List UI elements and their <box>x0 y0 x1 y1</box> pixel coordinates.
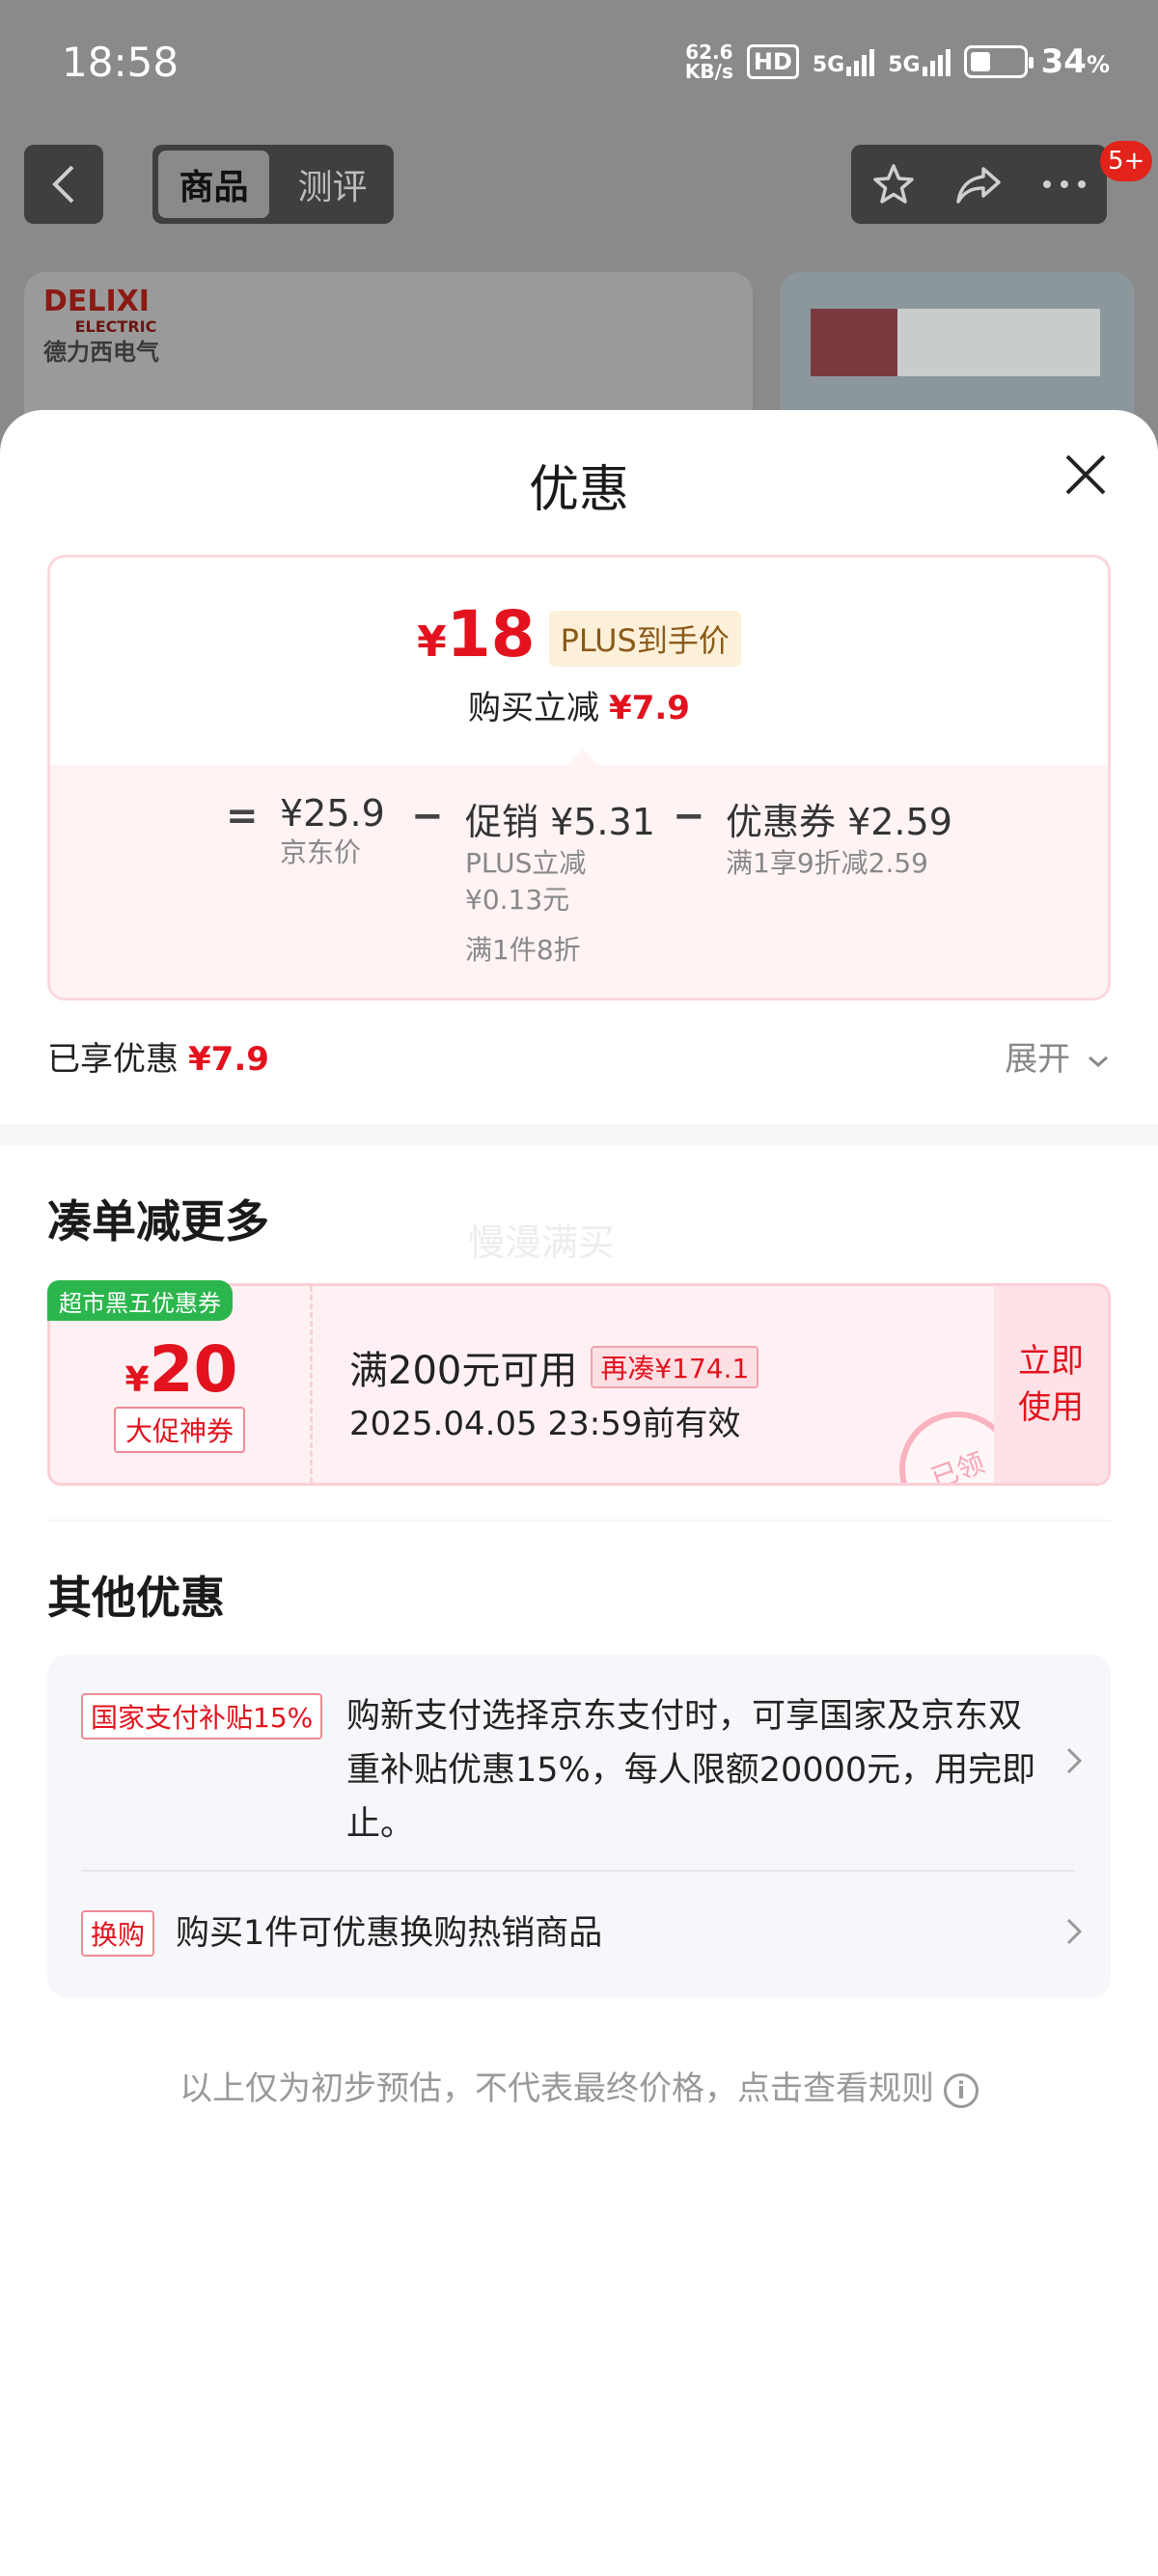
coupon-kind-badge: 大促神券 <box>114 1407 246 1453</box>
use-now-button[interactable]: 立即 使用 <box>994 1286 1108 1483</box>
coupon-extra-needed: 再凑¥174.1 <box>591 1346 759 1388</box>
status-bar: 18:58 62.6 KB/s HD 5G 5G 34% <box>0 0 1158 130</box>
final-price: ¥18 <box>417 597 536 671</box>
hd-icon: HD <box>746 44 799 79</box>
status-indicators: 62.6 KB/s HD 5G 5G 34% <box>685 42 1110 81</box>
section-title-other: 其他优惠 <box>47 1572 225 1624</box>
nav-actions <box>851 145 1107 224</box>
minus-sign: − <box>411 794 444 838</box>
back-arrow-icon <box>52 165 74 204</box>
offer-tag: 换购 <box>81 1910 155 1957</box>
jd-price: ¥25.9 京东价 <box>280 792 385 868</box>
divider <box>81 1870 1075 1872</box>
instant-reduce: 购买立减 ¥7.9 <box>468 689 690 727</box>
back-button[interactable] <box>24 145 103 224</box>
more-icon[interactable] <box>1041 178 1088 190</box>
price-calc: = ¥25.9 京东价 − 促销 ¥5.31 PLUS立减 ¥0.13元 满1件… <box>50 765 1108 998</box>
price-breakdown-card: ¥18 PLUS到手价 购买立减 ¥7.9 = ¥25.9 京东价 − 促销 ¥5… <box>47 555 1111 1000</box>
star-icon[interactable] <box>870 161 917 207</box>
sheet-title: 优惠 <box>528 461 629 519</box>
signal-2-icon: 5G <box>888 47 951 76</box>
plus-price-tag: PLUS到手价 <box>548 611 741 667</box>
battery-percent: 34% <box>1040 42 1110 81</box>
enjoyed-discount: 已享优惠 ¥7.9 <box>47 1040 269 1079</box>
watermark: 慢漫满买 <box>468 1221 616 1264</box>
info-icon: i <box>944 2072 979 2108</box>
coupon-expiry: 2025.04.05 23:59前有效 <box>349 1405 741 1443</box>
notification-badge: 5+ <box>1100 141 1153 181</box>
signal-1-icon: 5G <box>813 47 875 76</box>
other-offers-card: 国家支付补贴15% 购新支付选择京东支付时，可享国家及京东双重补贴优惠15%，每… <box>47 1655 1111 1997</box>
battery-icon <box>963 45 1034 78</box>
offer-tag: 国家支付补贴15% <box>81 1693 323 1740</box>
brand-logo: DELIXI ELECTRIC 德力西电气 <box>43 285 159 366</box>
tab-product[interactable]: 商品 <box>158 151 269 218</box>
chevron-right-icon[interactable] <box>1065 1917 1083 1946</box>
status-time: 18:58 <box>62 39 179 86</box>
close-icon[interactable] <box>1062 451 1110 499</box>
tab-review[interactable]: 测评 <box>277 151 388 218</box>
divider <box>47 1520 1111 1521</box>
minus-sign-2: − <box>673 794 705 838</box>
coupon-condition: 满200元可用 再凑¥174.1 <box>349 1339 759 1395</box>
offer-text: 购新支付选择京东支付时，可享国家及京东双重补贴优惠15%，每人限额20000元，… <box>346 1697 1036 1844</box>
expand-button[interactable]: 展开 <box>1005 1032 1110 1080</box>
section-title-more: 凑单减更多 <box>47 1195 269 1247</box>
equals-sign: = <box>226 794 259 838</box>
section-divider <box>0 1124 1158 1145</box>
network-speed: 62.6 KB/s <box>684 41 733 83</box>
chevron-right-icon[interactable] <box>1065 1746 1083 1775</box>
coupon-amount: ¥20 <box>124 1332 238 1407</box>
discount-sheet: 优惠 ¥18 PLUS到手价 购买立减 ¥7.9 = ¥25.9 京东价 − 促销… <box>0 410 1158 2576</box>
chevron-down-icon <box>1089 1055 1108 1067</box>
coupon-source-tag: 超市黑五优惠券 <box>47 1280 233 1321</box>
top-tabs: 商品 测评 <box>152 145 394 224</box>
offer-row-exchange[interactable]: 购买1件可优惠换购热销商品 <box>176 1905 602 1955</box>
coupon-discount: 优惠券 ¥2.59 满1享9折减2.59 <box>726 801 952 879</box>
disclaimer-link[interactable]: 以上仅为初步预估，不代表最终价格，点击查看规则 i <box>0 2062 1158 2109</box>
share-icon[interactable] <box>954 163 1003 206</box>
promo-discount: 促销 ¥5.31 PLUS立减 ¥0.13元 满1件8折 <box>465 801 655 966</box>
